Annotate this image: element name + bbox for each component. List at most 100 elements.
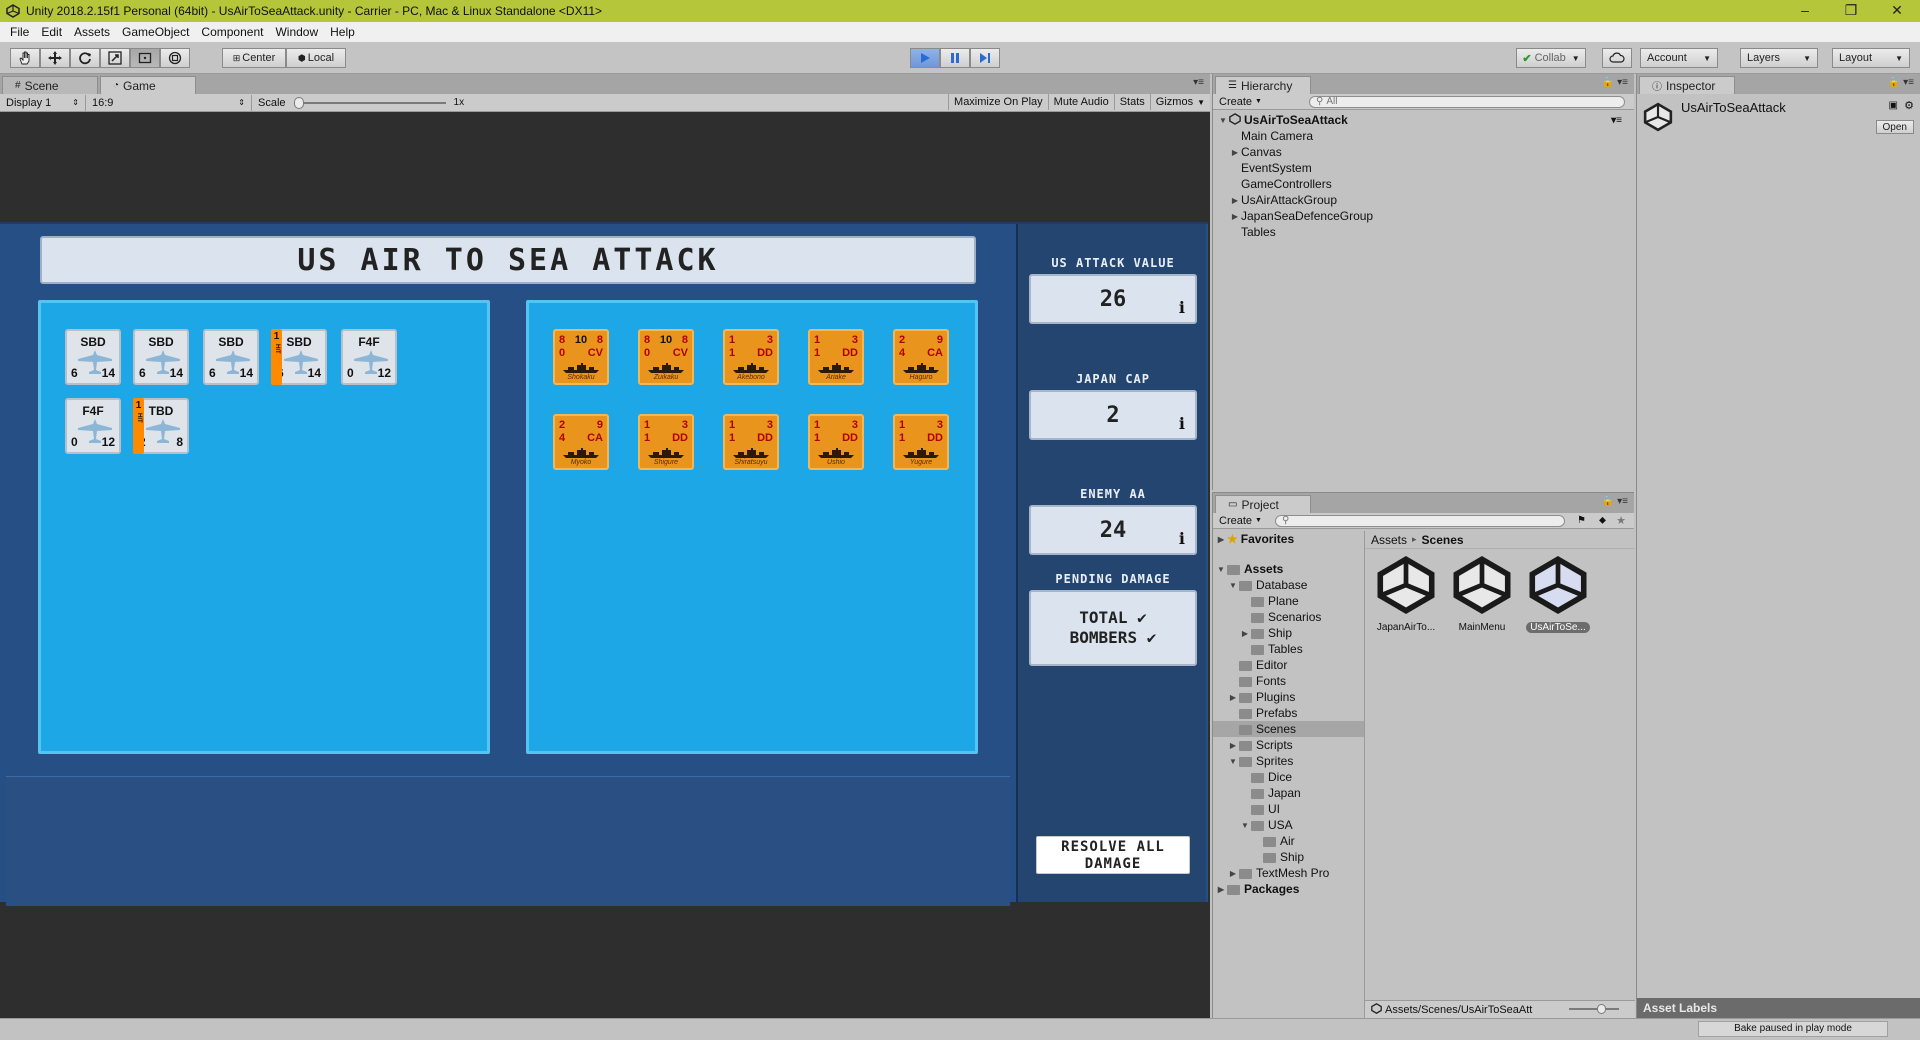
breadcrumb-scenes[interactable]: Scenes: [1422, 533, 1464, 547]
project-folder-row[interactable]: ▶ Ship: [1213, 625, 1364, 641]
scene-menu-icon[interactable]: ▾≡: [1611, 115, 1622, 126]
scale-slider-thumb[interactable]: [293, 96, 304, 109]
project-folder-row[interactable]: ▶ Plugins: [1213, 689, 1364, 705]
project-folder-row[interactable]: Scenarios: [1213, 609, 1364, 625]
project-folder-row[interactable]: Plane: [1213, 593, 1364, 609]
breadcrumb-assets[interactable]: Assets: [1371, 533, 1407, 547]
scene-asset[interactable]: UsAirToSe...: [1523, 555, 1593, 633]
project-folder-row[interactable]: UI: [1213, 801, 1364, 817]
expand-open-icon[interactable]: ▼: [1227, 757, 1239, 766]
close-button[interactable]: ✕: [1874, 0, 1920, 22]
hierarchy-item[interactable]: EventSystem: [1213, 160, 1634, 176]
project-folder-row[interactable]: Dice: [1213, 769, 1364, 785]
japan-ship-counter[interactable]: 1 3 1 DD Shigure: [638, 414, 694, 470]
scene-asset[interactable]: JapanAirTo...: [1371, 555, 1441, 633]
hierarchy-item[interactable]: ▶ Canvas: [1213, 144, 1634, 160]
expand-closed-icon[interactable]: ▶: [1227, 869, 1239, 878]
panel-menu-icon[interactable]: 🔒 ▾≡: [1888, 77, 1914, 88]
menu-window[interactable]: Window: [269, 25, 324, 39]
hierarchy-item[interactable]: ▶ JapanSeaDefenceGroup: [1213, 208, 1634, 224]
hand-tool-button[interactable]: [10, 48, 40, 68]
stats-toggle[interactable]: Stats: [1113, 94, 1150, 110]
menu-edit[interactable]: Edit: [35, 25, 68, 39]
scene-asset[interactable]: MainMenu: [1447, 555, 1517, 633]
expand-closed-icon[interactable]: ▶: [1229, 148, 1241, 157]
star-icon[interactable]: ★: [1616, 514, 1626, 527]
hierarchy-item[interactable]: Tables: [1213, 224, 1634, 240]
resolve-all-damage-button[interactable]: RESOLVE ALL DAMAGE: [1036, 836, 1190, 874]
favorites-row[interactable]: ▶ ★ Favorites: [1213, 531, 1364, 547]
rotate-tool-button[interactable]: [70, 48, 100, 68]
tab-project[interactable]: ▭ Project: [1215, 495, 1311, 513]
game-viewport[interactable]: US AIR TO SEA ATTACK SBD 6 14 SBD 6 14 SBD 6 14 S…: [0, 112, 1210, 1018]
info-icon[interactable]: i: [1179, 529, 1185, 548]
expand-closed-icon[interactable]: ▶: [1227, 741, 1239, 750]
expand-closed-icon[interactable]: ▶: [1239, 629, 1251, 638]
japan-ship-counter[interactable]: 1 3 1 DD Shiratsuyu: [723, 414, 779, 470]
filter-type-icon[interactable]: ⚑: [1577, 515, 1586, 526]
hierarchy-create-button[interactable]: Create ▼: [1213, 95, 1268, 109]
project-folder-row[interactable]: Japan: [1213, 785, 1364, 801]
menu-component[interactable]: Component: [195, 25, 269, 39]
project-folder-row[interactable]: Editor: [1213, 657, 1364, 673]
pivot-local-toggle[interactable]: ⬢ Local: [286, 48, 346, 68]
display-dropdown[interactable]: Display 1 ⇕: [0, 94, 86, 111]
minimize-button[interactable]: –: [1782, 0, 1828, 22]
open-button[interactable]: Open: [1875, 120, 1914, 134]
japan-ship-counter[interactable]: 8 10 8 0 CV Zuikaku: [638, 329, 694, 385]
aspect-dropdown[interactable]: 16:9 ⇕: [86, 94, 252, 111]
project-folder-row[interactable]: ▼ USA: [1213, 817, 1364, 833]
mute-audio-toggle[interactable]: Mute Audio: [1047, 94, 1114, 110]
us-plane-counter[interactable]: SBD 6 14: [65, 329, 121, 385]
assets-root-row[interactable]: ▼ Assets: [1213, 561, 1364, 577]
us-plane-counter[interactable]: SBD6141HIT: [271, 329, 327, 385]
pause-button[interactable]: [940, 48, 970, 68]
collab-dropdown[interactable]: ✔ Collab ▼: [1516, 48, 1586, 68]
scale-tool-button[interactable]: [100, 48, 130, 68]
scale-slider[interactable]: [293, 96, 446, 109]
us-plane-counter[interactable]: TBD281HIT: [133, 398, 189, 454]
project-folder-row[interactable]: ▶ Scripts: [1213, 737, 1364, 753]
hierarchy-item[interactable]: Main Camera: [1213, 128, 1634, 144]
panel-menu-icon[interactable]: 🔒 ▾≡: [1602, 77, 1628, 88]
project-search-input[interactable]: ⚲: [1275, 514, 1565, 527]
rect-tool-button[interactable]: [130, 48, 160, 68]
expand-closed-icon[interactable]: ▶: [1215, 535, 1227, 544]
project-folder-row[interactable]: Fonts: [1213, 673, 1364, 689]
menu-gameobject[interactable]: GameObject: [116, 25, 195, 39]
hierarchy-item[interactable]: GameControllers: [1213, 176, 1634, 192]
project-folder-row[interactable]: Air: [1213, 833, 1364, 849]
pivot-center-toggle[interactable]: ⊞ Center: [222, 48, 286, 68]
tab-scene[interactable]: # Scene: [2, 76, 98, 94]
project-folder-row[interactable]: Prefabs: [1213, 705, 1364, 721]
tab-inspector[interactable]: ⓘ Inspector: [1639, 76, 1735, 94]
help-icon[interactable]: ▣: [1889, 100, 1898, 111]
japan-ship-counter[interactable]: 2 9 4 CA Myoko: [553, 414, 609, 470]
expand-closed-icon[interactable]: ▶: [1227, 693, 1239, 702]
expand-closed-icon[interactable]: ▶: [1229, 212, 1241, 221]
project-folder-row[interactable]: ▼ Database: [1213, 577, 1364, 593]
move-tool-button[interactable]: [40, 48, 70, 68]
step-button[interactable]: [970, 48, 1000, 68]
info-icon[interactable]: i: [1179, 414, 1185, 433]
layout-dropdown[interactable]: Layout ▼: [1832, 48, 1910, 68]
project-folder-row[interactable]: ▼ Sprites: [1213, 753, 1364, 769]
menu-file[interactable]: File: [4, 25, 35, 39]
tab-hierarchy[interactable]: ☰ Hierarchy: [1215, 76, 1311, 94]
gear-icon[interactable]: ⚙: [1904, 99, 1914, 112]
cloud-button[interactable]: [1602, 48, 1632, 68]
project-folder-row[interactable]: ▶ TextMesh Pro: [1213, 865, 1364, 881]
icon-size-slider[interactable]: [1569, 1004, 1619, 1014]
filter-label-icon[interactable]: ⬥: [1599, 515, 1606, 526]
japan-ship-counter[interactable]: 2 9 4 CA Haguro: [893, 329, 949, 385]
expand-open-icon[interactable]: ▼: [1217, 116, 1229, 125]
icon-size-thumb[interactable]: [1597, 1004, 1606, 1014]
scene-root-row[interactable]: ▼ UsAirToSeaAttack ▾≡: [1213, 112, 1634, 128]
menu-help[interactable]: Help: [324, 25, 361, 39]
hierarchy-search-input[interactable]: ⚲ All: [1309, 95, 1625, 108]
expand-closed-icon[interactable]: ▶: [1229, 196, 1241, 205]
panel-menu-icon[interactable]: 🔒 ▾≡: [1602, 496, 1628, 507]
maximize-on-play-toggle[interactable]: Maximize On Play: [948, 94, 1048, 110]
layers-dropdown[interactable]: Layers ▼: [1740, 48, 1818, 68]
play-button[interactable]: [910, 48, 940, 68]
